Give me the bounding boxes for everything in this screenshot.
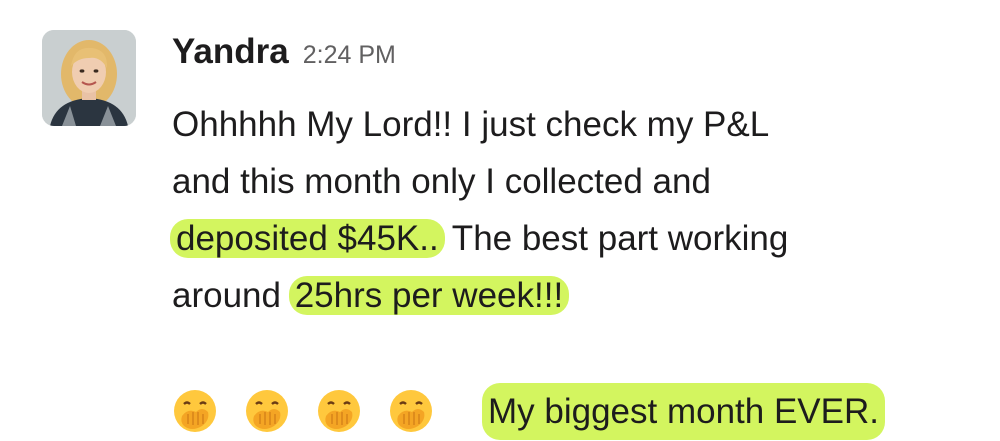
face-with-hand-over-mouth-icon bbox=[172, 388, 218, 434]
face-with-hand-over-mouth-icon bbox=[316, 388, 362, 434]
message-line: and this month only I collected and bbox=[172, 153, 987, 210]
message-body: Ohhhhh My Lord!! I just check my P&L and… bbox=[170, 96, 987, 441]
highlighted-text: deposited $45K.. bbox=[170, 219, 445, 258]
text-segment: The best part working bbox=[442, 219, 789, 258]
avatar-photo bbox=[42, 30, 136, 126]
message-line: Ohhhhh My Lord!! I just check my P&L bbox=[172, 96, 987, 153]
sender-name[interactable]: Yandra bbox=[172, 32, 289, 72]
message-line: around 25hrs per week!!! bbox=[172, 267, 987, 324]
avatar[interactable] bbox=[42, 30, 136, 126]
text-segment: Ohhhhh My Lord!! I just check my P&L bbox=[172, 105, 770, 144]
text-segment: around bbox=[172, 276, 291, 315]
message-timestamp[interactable]: 2:24 PM bbox=[303, 41, 396, 70]
emoji-row: My biggest month EVER. bbox=[172, 381, 987, 441]
face-with-hand-over-mouth-icon bbox=[388, 388, 434, 434]
highlighted-text: My biggest month EVER. bbox=[482, 382, 885, 440]
highlighted-text: 25hrs per week!!! bbox=[288, 276, 570, 315]
chat-message: Yandra 2:24 PM Ohhhhh My Lord!! I just c… bbox=[0, 0, 1000, 440]
message-header: Yandra 2:24 PM bbox=[172, 32, 396, 72]
face-with-hand-over-mouth-icon bbox=[244, 388, 290, 434]
text-segment: and this month only I collected and bbox=[172, 162, 711, 201]
message-line: deposited $45K.. The best part working bbox=[170, 210, 987, 267]
